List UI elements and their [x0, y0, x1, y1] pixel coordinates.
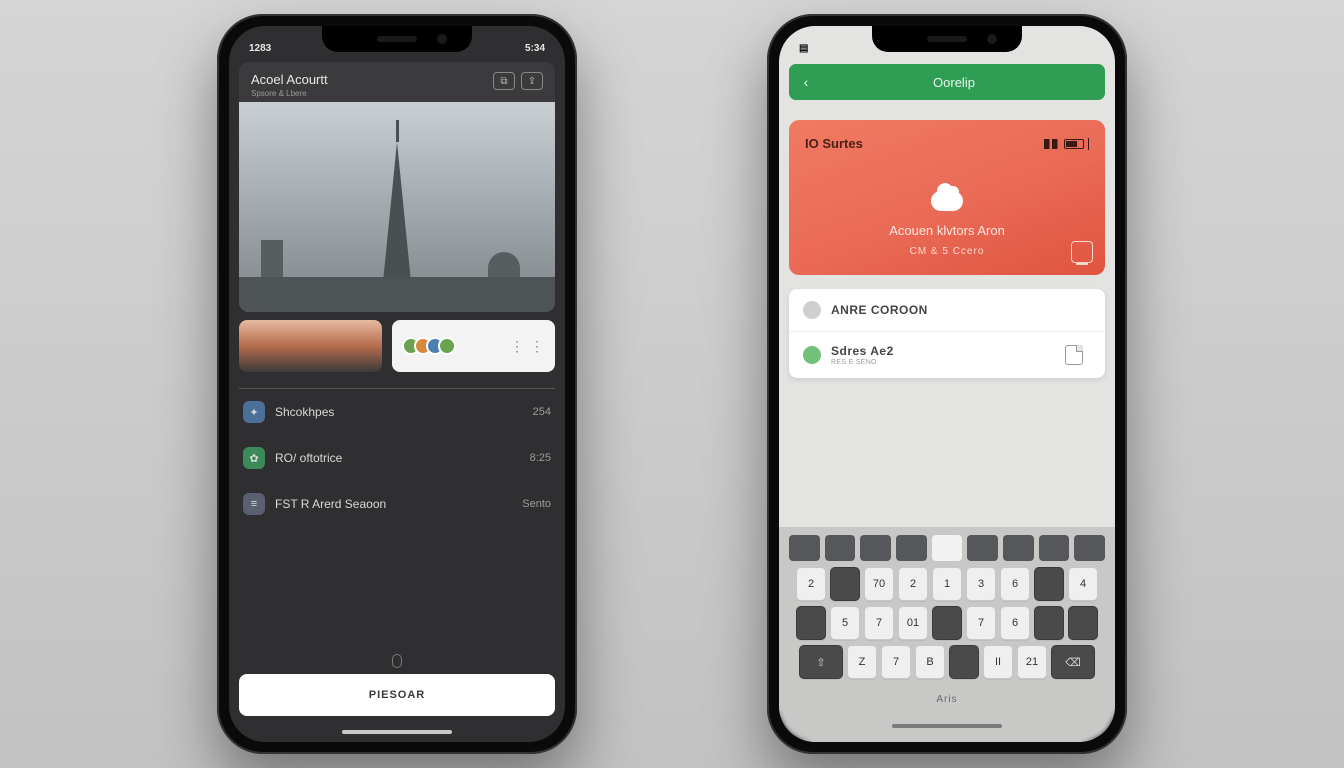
- key[interactable]: 2: [898, 567, 928, 601]
- key[interactable]: [1068, 606, 1098, 640]
- key[interactable]: 70: [864, 567, 894, 601]
- key[interactable]: [796, 606, 826, 640]
- suggestion-row[interactable]: Sdres Ae2 RES E SENO: [789, 331, 1105, 378]
- suggestion-sub: RES E SENO: [831, 359, 894, 366]
- status-left-icon: ▤: [799, 43, 808, 54]
- key[interactable]: 1: [932, 567, 962, 601]
- list-label: RO/ oftotrice: [275, 451, 342, 465]
- list-label: Shcokhpes: [275, 405, 334, 419]
- list-item[interactable]: ✿ RO/ oftotrice 8:25: [229, 435, 565, 481]
- phone-left: 1283 5:34 Acoel Acourtt Spsore & Lbere ⧉…: [217, 14, 577, 754]
- home-indicator[interactable]: [342, 730, 452, 734]
- key[interactable]: 7: [864, 606, 894, 640]
- hero-title: Acoel Acourtt: [251, 72, 328, 87]
- header-bar: ‹ Oorelip: [789, 64, 1105, 100]
- key[interactable]: II: [983, 645, 1013, 679]
- hero-image: [239, 102, 555, 312]
- notch: [872, 26, 1022, 52]
- home-indicator[interactable]: [892, 724, 1002, 728]
- primary-button-label: PIESOAR: [369, 689, 426, 701]
- key[interactable]: 6: [1000, 606, 1030, 640]
- keyboard-suggestion[interactable]: Aris: [787, 684, 1107, 714]
- keyboard-thumbstrip: [787, 535, 1107, 561]
- status-time: 1283: [249, 43, 271, 54]
- signal-battery-icon: [1044, 138, 1089, 150]
- mic-icon[interactable]: [392, 654, 402, 668]
- people-pill[interactable]: ⋮ ⋮: [392, 320, 555, 372]
- notch: [322, 26, 472, 52]
- key[interactable]: 6: [1000, 567, 1030, 601]
- key[interactable]: [949, 645, 979, 679]
- phone-right: ▤ ‹ Oorelip IO Surtes Acouen klvtors Aro…: [767, 14, 1127, 754]
- header-title: Oorelip: [803, 75, 1105, 90]
- key[interactable]: 2: [796, 567, 826, 601]
- key[interactable]: B: [915, 645, 945, 679]
- card-line1: Acouen klvtors Aron: [805, 223, 1089, 238]
- weather-card[interactable]: IO Surtes Acouen klvtors Aron CM & 5 Cce…: [789, 120, 1105, 275]
- hero-card[interactable]: Acoel Acourtt Spsore & Lbere ⧉ ⇪: [239, 62, 555, 312]
- expand-icon[interactable]: [1071, 241, 1093, 263]
- keyboard: 2 70 2 1 3 6 4 5 7 01 7 6: [779, 527, 1115, 742]
- more-icon[interactable]: ⋮ ⋮: [510, 338, 545, 355]
- key[interactable]: Z: [847, 645, 877, 679]
- page-icon[interactable]: [1065, 345, 1083, 365]
- key[interactable]: 7: [966, 606, 996, 640]
- keyboard-row: 2 70 2 1 3 6 4: [787, 567, 1107, 601]
- list-icon: ≡: [243, 493, 265, 515]
- dot-icon: [803, 301, 821, 319]
- dot-icon: [803, 346, 821, 364]
- keyboard-suggestion-text: Aris: [936, 694, 957, 705]
- key[interactable]: [1034, 567, 1064, 601]
- hero-subtitle: Spsore & Lbere: [251, 89, 328, 98]
- share-icon[interactable]: ⇪: [521, 72, 543, 90]
- avatar-stack: [402, 337, 456, 355]
- card-top-label: IO Surtes: [805, 136, 863, 151]
- list-value: Sento: [522, 498, 551, 510]
- key[interactable]: [932, 606, 962, 640]
- list-icon: ✿: [243, 447, 265, 469]
- keyboard-row: 5 7 01 7 6: [787, 606, 1107, 640]
- key[interactable]: 4: [1068, 567, 1098, 601]
- suggestion-row[interactable]: ANRE COROON: [789, 289, 1105, 331]
- key[interactable]: 21: [1017, 645, 1047, 679]
- key[interactable]: [830, 567, 860, 601]
- thumbnail-sunset[interactable]: [239, 320, 382, 372]
- card-line2: CM & 5 Ccero: [805, 246, 1089, 257]
- status-right: 5:34: [525, 43, 545, 54]
- list-item[interactable]: ✦ Shcokhpes 254: [229, 389, 565, 435]
- suggestion-title: Sdres Ae2: [831, 344, 894, 358]
- list-label: FST R Arerd Seaoon: [275, 497, 386, 511]
- suggestion-list: ANRE COROON Sdres Ae2 RES E SENO: [789, 289, 1105, 378]
- list-value: 254: [533, 406, 551, 418]
- copy-icon[interactable]: ⧉: [493, 72, 515, 90]
- key[interactable]: 01: [898, 606, 928, 640]
- cloud-icon: [931, 191, 963, 211]
- list-value: 8:25: [530, 452, 551, 464]
- suggestion-title: ANRE COROON: [831, 303, 928, 317]
- list-item[interactable]: ≡ FST R Arerd Seaoon Sento: [229, 481, 565, 527]
- avatar: [438, 337, 456, 355]
- key[interactable]: 5: [830, 606, 860, 640]
- key[interactable]: [1034, 606, 1064, 640]
- primary-button[interactable]: PIESOAR: [239, 674, 555, 716]
- key[interactable]: 7: [881, 645, 911, 679]
- keyboard-row: ⇧ Z 7 B II 21 ⌫: [787, 645, 1107, 679]
- shift-key[interactable]: ⇧: [799, 645, 843, 679]
- backspace-key[interactable]: ⌫: [1051, 645, 1095, 679]
- key[interactable]: 3: [966, 567, 996, 601]
- list-icon: ✦: [243, 401, 265, 423]
